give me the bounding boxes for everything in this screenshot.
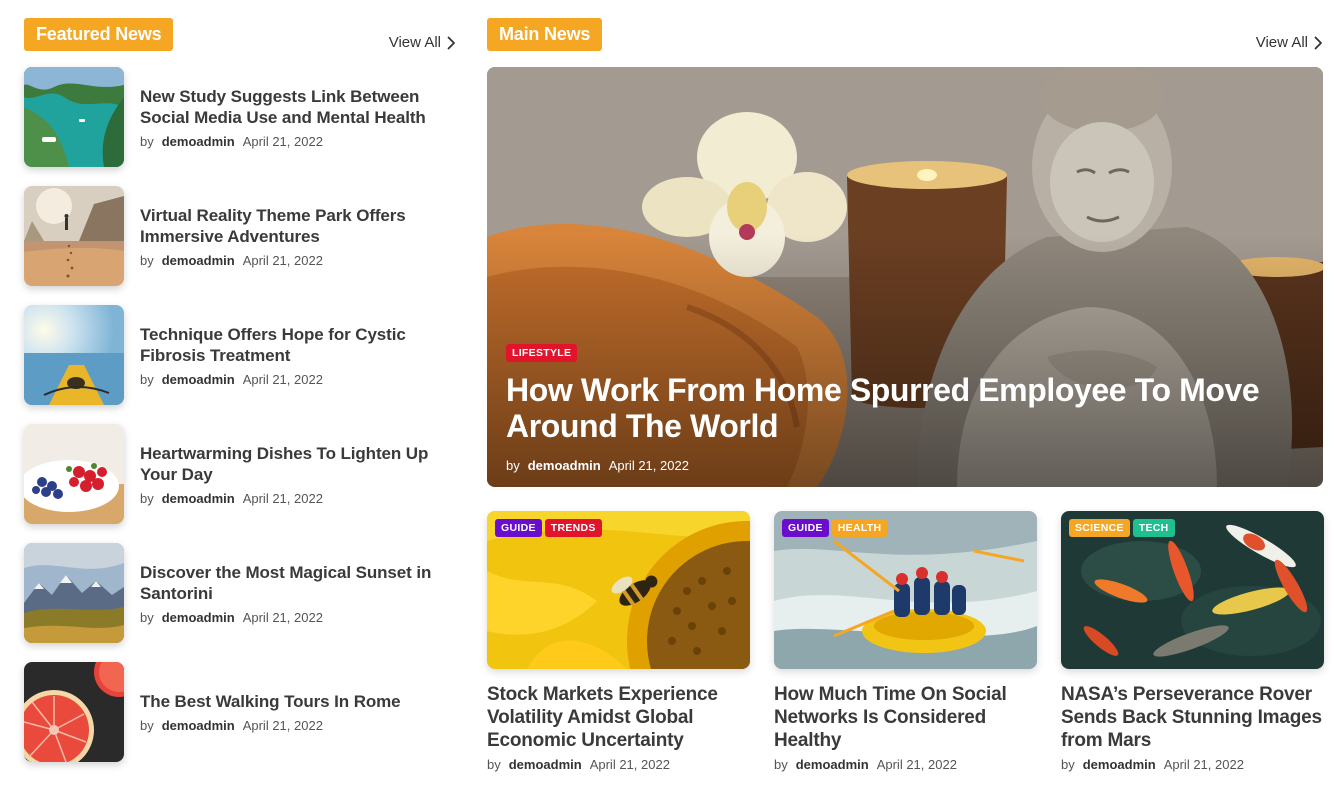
post-meta: by demoadmin April 21, 2022 (140, 253, 456, 268)
author-link[interactable]: demoadmin (162, 718, 235, 733)
post-date: April 21, 2022 (242, 609, 323, 625)
post-meta: by demoadmin April 21, 2022 (140, 718, 401, 733)
post-meta: by demoadmin April 21, 2022 (487, 757, 750, 772)
post-date: April 21, 2022 (242, 718, 323, 733)
category-tag-lifestyle[interactable]: LIFESTYLE (506, 344, 578, 362)
featured-news-list: New Study Suggests Link Between Social M… (24, 67, 456, 781)
view-all-label: View All (1255, 34, 1308, 51)
view-all-label: View All (388, 34, 441, 51)
author-link[interactable]: demoadmin (509, 757, 582, 772)
author-link[interactable]: demoadmin (796, 757, 869, 772)
author-link[interactable]: demoadmin (162, 372, 235, 387)
by-label: by (140, 252, 154, 268)
post-date: April 21, 2022 (242, 490, 323, 506)
post-meta: by demoadmin April 21, 2022 (140, 372, 456, 387)
featured-news-header: Featured News View All (24, 17, 456, 51)
card-title[interactable]: Stock Markets Experience Volatility Amid… (487, 683, 750, 752)
featured-item[interactable]: Virtual Reality Theme Park Offers Immers… (24, 186, 456, 286)
post-date: April 21, 2022 (876, 757, 957, 772)
card-image[interactable]: SCIENCE TECH (1061, 511, 1324, 669)
featured-item-title[interactable]: New Study Suggests Link Between Social M… (140, 86, 456, 128)
post-meta: by demoadmin April 21, 2022 (506, 458, 1283, 473)
card-image[interactable]: GUIDE TRENDS (487, 511, 750, 669)
post-date: April 21, 2022 (1163, 757, 1244, 772)
featured-item[interactable]: Technique Offers Hope for Cystic Fibrosi… (24, 305, 456, 405)
post-date: April 21, 2022 (242, 252, 323, 268)
post-date: April 21, 2022 (589, 757, 670, 772)
by-label: by (140, 490, 154, 506)
by-label: by (140, 371, 154, 387)
featured-item-title[interactable]: The Best Walking Tours In Rome (140, 691, 401, 712)
post-date: April 21, 2022 (242, 371, 323, 387)
category-tag-trends[interactable]: TRENDS (544, 519, 602, 537)
featured-thumbnail[interactable] (24, 543, 124, 643)
featured-news-heading: Featured News (24, 18, 174, 51)
post-meta: by demoadmin April 21, 2022 (1061, 757, 1324, 772)
by-label: by (140, 609, 154, 625)
author-link[interactable]: demoadmin (162, 610, 235, 625)
featured-thumbnail[interactable] (24, 424, 124, 524)
post-date: April 21, 2022 (242, 133, 323, 149)
category-tag-science[interactable]: SCIENCE (1069, 519, 1130, 537)
by-label: by (487, 757, 501, 772)
featured-thumbnail[interactable] (24, 305, 124, 405)
by-label: by (506, 458, 520, 473)
author-link[interactable]: demoadmin (528, 458, 601, 473)
hero-content: LIFESTYLE How Work From Home Spurred Emp… (506, 343, 1283, 473)
main-news-header: Main News View All (487, 17, 1323, 51)
post-date: April 21, 2022 (608, 458, 689, 473)
featured-item[interactable]: The Best Walking Tours In Rome by demoad… (24, 662, 456, 762)
news-card[interactable]: GUIDE HEALTH How Much Time On Social Net… (774, 511, 1037, 772)
chevron-right-icon (1314, 36, 1322, 49)
by-label: by (1061, 757, 1075, 772)
featured-item-title[interactable]: Virtual Reality Theme Park Offers Immers… (140, 205, 456, 247)
post-meta: by demoadmin April 21, 2022 (774, 757, 1037, 772)
by-label: by (140, 718, 154, 733)
featured-item[interactable]: Heartwarming Dishes To Lighten Up Your D… (24, 424, 456, 524)
news-card[interactable]: SCIENCE TECH NASA’s Perseverance Rover S… (1061, 511, 1324, 772)
author-link[interactable]: demoadmin (1083, 757, 1156, 772)
by-label: by (140, 133, 154, 149)
featured-item[interactable]: Discover the Most Magical Sunset in Sant… (24, 543, 456, 643)
chevron-right-icon (447, 36, 455, 49)
hero-title[interactable]: How Work From Home Spurred Employee To M… (506, 372, 1283, 444)
card-title[interactable]: How Much Time On Social Networks Is Cons… (774, 683, 1037, 752)
featured-thumbnail[interactable] (24, 662, 124, 762)
card-tags: GUIDE HEALTH (782, 519, 888, 537)
author-link[interactable]: demoadmin (162, 134, 235, 149)
post-meta: by demoadmin April 21, 2022 (140, 610, 456, 625)
category-tag-tech[interactable]: TECH (1132, 519, 1175, 537)
card-tags: GUIDE TRENDS (495, 519, 602, 537)
post-meta: by demoadmin April 21, 2022 (140, 491, 456, 506)
author-link[interactable]: demoadmin (162, 491, 235, 506)
category-tag-health[interactable]: HEALTH (831, 519, 888, 537)
news-card[interactable]: GUIDE TRENDS Stock Markets Experience Vo… (487, 511, 750, 772)
main-news-heading: Main News (487, 18, 603, 51)
featured-thumbnail[interactable] (24, 186, 124, 286)
featured-item[interactable]: New Study Suggests Link Between Social M… (24, 67, 456, 167)
category-tag-guide[interactable]: GUIDE (782, 519, 829, 537)
main-view-all-link[interactable]: View All (1256, 34, 1323, 51)
featured-view-all-link[interactable]: View All (389, 34, 456, 51)
featured-thumbnail[interactable] (24, 67, 124, 167)
featured-item-title[interactable]: Discover the Most Magical Sunset in Sant… (140, 562, 456, 604)
by-label: by (774, 757, 788, 772)
featured-item-title[interactable]: Technique Offers Hope for Cystic Fibrosi… (140, 324, 456, 366)
card-tags: SCIENCE TECH (1069, 519, 1175, 537)
author-link[interactable]: demoadmin (162, 253, 235, 268)
category-tag-guide[interactable]: GUIDE (495, 519, 542, 537)
card-title[interactable]: NASA’s Perseverance Rover Sends Back Stu… (1061, 683, 1324, 752)
hero-article[interactable]: LIFESTYLE How Work From Home Spurred Emp… (487, 67, 1323, 487)
post-meta: by demoadmin April 21, 2022 (140, 134, 456, 149)
card-image[interactable]: GUIDE HEALTH (774, 511, 1037, 669)
featured-item-title[interactable]: Heartwarming Dishes To Lighten Up Your D… (140, 443, 456, 485)
